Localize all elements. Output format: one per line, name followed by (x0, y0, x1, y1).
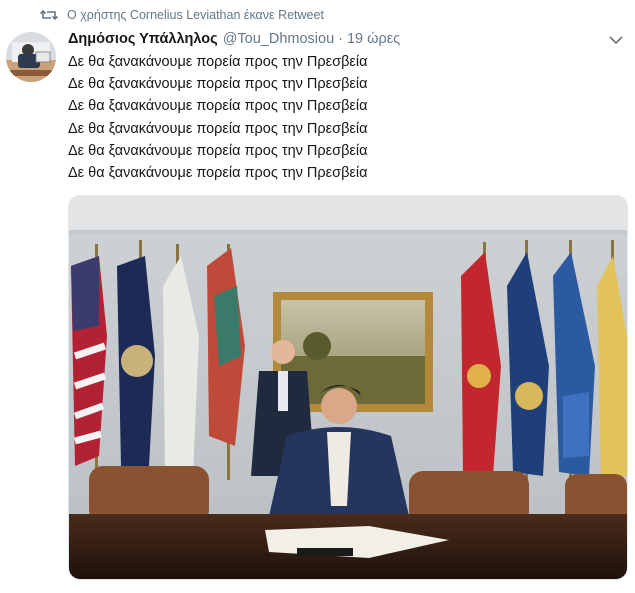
tweet-line: Δε θα ξανακάνουμε πορεία προς την Πρεσβε… (68, 120, 368, 137)
retweet-context[interactable]: Ο χρήστης Cornelius Leviathan έκανε Retw… (40, 6, 324, 24)
tweet-line: Δε θα ξανακάνουμε πορεία προς την Πρεσβε… (68, 54, 368, 70)
display-name[interactable]: Δημόσιος Υπάλληλος (68, 31, 218, 47)
tweet-line: Δε θα ξανακάνουμε πορεία προς την Πρεσβε… (68, 142, 368, 159)
tweet-line: Δε θα ξανακάνουμε πορεία προς την Πρεσβε… (68, 98, 368, 115)
tweet-text: Δε θα ξανακάνουμε πορεία προς την Πρεσβε… (68, 51, 367, 184)
retweet-icon (40, 9, 58, 21)
tweet-header: Δημόσιος Υπάλληλος @Tou_Dhmosiou · 19 ώρ… (68, 31, 400, 47)
user-handle[interactable]: @Tou_Dhmosiou (223, 31, 334, 47)
chevron-down-icon[interactable] (608, 34, 624, 46)
separator-dot: · (338, 31, 343, 47)
photo-image (69, 196, 627, 579)
retweet-context-text: Ο χρήστης Cornelius Leviathan έκανε Retw… (67, 8, 324, 22)
tweet-line: Δε θα ξανακάνουμε πορεία προς την Πρεσβε… (68, 165, 368, 182)
avatar[interactable] (6, 32, 56, 82)
tweet-timestamp[interactable]: 19 ώρες (347, 31, 400, 47)
tweet-line: Δε θα ξανακάνουμε πορεία προς την Πρεσβε… (68, 76, 368, 93)
avatar-image (6, 32, 56, 82)
tweet-photo[interactable] (68, 195, 628, 580)
